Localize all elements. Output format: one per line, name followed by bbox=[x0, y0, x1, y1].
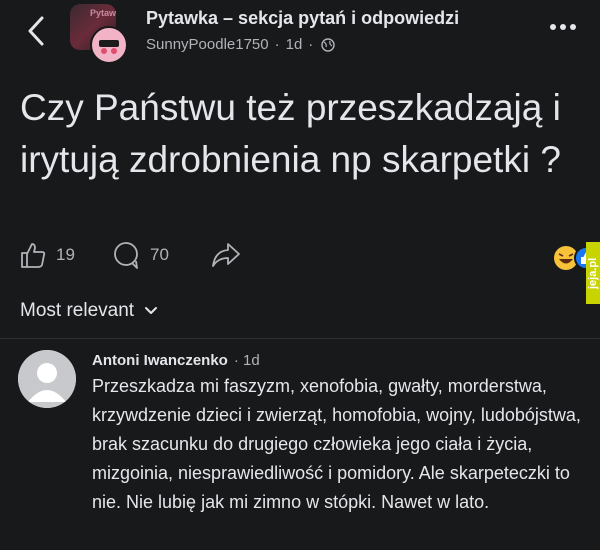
post-meta: SunnyPoodle1750 · 1d · bbox=[146, 36, 335, 53]
post-question: Czy Państwu też przeszkadzają i irytują … bbox=[20, 87, 561, 180]
comment-header: Antoni Iwanczenko · 1d bbox=[92, 352, 260, 369]
chevron-down-icon bbox=[145, 307, 158, 314]
sort-dropdown[interactable]: Most relevant bbox=[20, 300, 158, 322]
comment-time[interactable]: · 1d bbox=[234, 352, 260, 369]
sort-label: Most relevant bbox=[20, 300, 135, 321]
comment-button[interactable]: 70 bbox=[110, 240, 169, 270]
comment-icon bbox=[114, 242, 138, 269]
globe-icon bbox=[321, 37, 335, 52]
avatar-group[interactable]: Pytaw bbox=[70, 4, 128, 64]
post-actions: 19 70 bbox=[18, 240, 598, 274]
divider bbox=[0, 338, 600, 339]
top-bar: Pytaw Pytawka – sekcja pytań i odpowiedz… bbox=[0, 0, 600, 70]
share-icon bbox=[212, 243, 240, 267]
meta-separator: · bbox=[308, 36, 314, 53]
share-button[interactable] bbox=[210, 240, 250, 270]
meta-separator: · bbox=[274, 36, 280, 53]
back-icon[interactable] bbox=[22, 14, 52, 48]
group-avatar-text: Pytaw bbox=[90, 8, 117, 18]
author-name[interactable]: SunnyPoodle1750 bbox=[146, 36, 269, 53]
post-time[interactable]: 1d bbox=[286, 36, 303, 53]
commenter-avatar[interactable] bbox=[18, 350, 76, 408]
comment-text: Przeszkadza mi faszyzm, xenofobia, gwałt… bbox=[92, 376, 581, 512]
more-icon[interactable] bbox=[548, 22, 578, 32]
watermark-badge: jeja.pl bbox=[586, 242, 600, 304]
comment-author-name[interactable]: Antoni Iwanczenko bbox=[92, 352, 228, 369]
user-avatar[interactable] bbox=[90, 26, 128, 64]
comment-count: 70 bbox=[150, 245, 169, 264]
like-icon bbox=[21, 243, 46, 268]
like-button[interactable]: 19 bbox=[18, 240, 75, 270]
like-count: 19 bbox=[56, 245, 75, 264]
group-name-link[interactable]: Pytawka – sekcja pytań i odpowiedzi bbox=[146, 8, 459, 29]
